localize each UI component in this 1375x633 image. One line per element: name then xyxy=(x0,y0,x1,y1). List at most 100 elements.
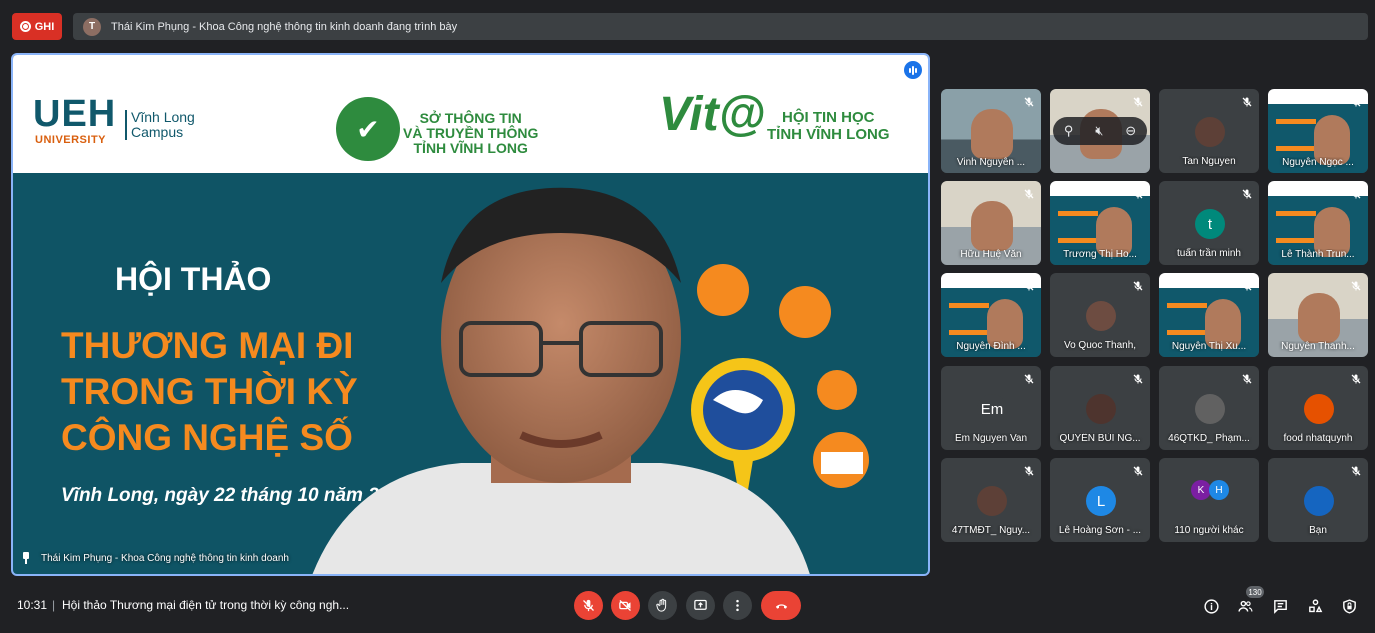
meeting-details-button[interactable] xyxy=(1201,596,1221,616)
slide-header: UEH UNIVERSITY Vĩnh Long Campus ✔ SỞ THÔ… xyxy=(13,55,928,173)
leave-call-button[interactable] xyxy=(761,591,801,620)
participant-avatar xyxy=(1086,394,1116,424)
participant-name: QUYÊN BÙI NG... xyxy=(1059,433,1141,444)
camera-off-icon xyxy=(619,600,631,611)
remove-icon[interactable]: ⊖ xyxy=(1125,123,1136,139)
participant-name: Tan Nguyen xyxy=(1182,156,1236,167)
main-stage[interactable]: UEH UNIVERSITY Vĩnh Long Campus ✔ SỞ THÔ… xyxy=(11,53,930,576)
mic-off-icon xyxy=(583,599,594,612)
participant-name: Lê Thành Trun... xyxy=(1281,249,1355,260)
participant-tile[interactable]: QUYÊN BÙI NG... xyxy=(1050,366,1150,450)
participant-name: 47TMĐT_ Nguy... xyxy=(951,525,1031,536)
bottom-bar: 10:31 | Hội thảo Thương mại điện tử tron… xyxy=(0,580,1375,633)
chat-button[interactable] xyxy=(1270,596,1290,616)
camera-toggle-button[interactable] xyxy=(611,591,640,620)
participant-name: 46QTKD_ Phạm... xyxy=(1168,433,1250,444)
host-controls-button[interactable] xyxy=(1339,596,1359,616)
participant-tile[interactable]: Nguyễn Ngọc ... xyxy=(1268,89,1368,173)
participant-face xyxy=(1298,293,1340,343)
participant-tile[interactable]: Vo Quoc Thanh, xyxy=(1050,273,1150,357)
participant-face xyxy=(971,201,1013,251)
participant-avatar xyxy=(1195,117,1225,147)
recording-indicator[interactable]: GHI xyxy=(12,13,62,40)
vit-logo: Vit@ xyxy=(659,88,766,141)
pin-icon[interactable]: ⚲ xyxy=(1064,123,1074,139)
participant-name: Nguyễn Đình ... xyxy=(956,341,1026,352)
participant-tile[interactable]: L Lê Hoàng Sơn - ... xyxy=(1050,458,1150,542)
department-name: SỞ THÔNG TIN VÀ TRUYỀN THÔNG TỈNH VĨNH L… xyxy=(403,111,538,156)
participant-avatar: K xyxy=(1191,480,1211,500)
participant-name: Vo Quoc Thanh, xyxy=(1063,340,1137,351)
participant-tile[interactable]: Nguyễn Thanh... xyxy=(1268,273,1368,357)
microphone-toggle-button[interactable] xyxy=(574,591,603,620)
participant-tile[interactable]: Hữu Huệ Văn xyxy=(941,181,1041,265)
present-screen-button[interactable] xyxy=(686,591,715,620)
participant-tile[interactable]: 47TMĐT_ Nguy... xyxy=(941,458,1041,542)
participant-name: Bạn xyxy=(1309,525,1327,536)
participant-name: Em Nguyen Van xyxy=(954,433,1028,444)
main-stage-label: Thái Kim Phụng - Khoa Công nghệ thông ti… xyxy=(21,552,289,564)
participant-tile[interactable]: Lê Thành Trun... xyxy=(1268,181,1368,265)
participant-avatar xyxy=(1195,394,1225,424)
meeting-title: Hội thảo Thương mại điện tử trong thời k… xyxy=(62,598,350,612)
association-line: TỈNH VĨNH LONG xyxy=(767,126,890,143)
mic-off-icon xyxy=(1241,373,1253,385)
ueh-logo-sub: UNIVERSITY xyxy=(35,134,107,146)
mic-off-icon xyxy=(1023,96,1035,108)
participant-tile[interactable]: Tan Nguyen xyxy=(1159,89,1259,173)
association-name: HỘI TIN HỌC TỈNH VĨNH LONG xyxy=(767,109,890,143)
participant-tile[interactable]: Nguyễn Thị Xu... xyxy=(1159,273,1259,357)
department-line: SỞ THÔNG TIN xyxy=(419,110,522,126)
participant-face xyxy=(971,109,1013,159)
ueh-logo: UEH xyxy=(33,93,117,135)
people-button[interactable] xyxy=(1235,596,1255,616)
activities-button[interactable] xyxy=(1305,596,1325,616)
participant-avatar: L xyxy=(1086,486,1116,516)
participant-tile[interactable]: t tuấn trần minh xyxy=(1159,181,1259,265)
pin-icon[interactable] xyxy=(21,552,31,564)
shield-lock-icon xyxy=(1342,598,1356,614)
hang-up-icon xyxy=(775,604,787,609)
department-line: TỈNH VĨNH LONG xyxy=(413,140,528,156)
mic-off-icon xyxy=(1132,188,1144,200)
participant-name: Nguyễn Thị Xu... xyxy=(1171,341,1247,352)
mute-icon[interactable]: 🔇︎ xyxy=(1095,123,1103,139)
tile-hover-controls[interactable]: ⚲ 🔇︎ ⊖ xyxy=(1053,117,1147,145)
hand-icon xyxy=(656,598,667,612)
participant-tile[interactable]: Vinh Nguyễn ... xyxy=(941,89,1041,173)
people-icon xyxy=(1237,600,1252,612)
slide-subtitle: HỘI THẢO xyxy=(115,261,272,297)
participant-tile[interactable]: food nhatquynh xyxy=(1268,366,1368,450)
shapes-icon xyxy=(1308,598,1322,612)
mic-off-icon xyxy=(1241,280,1253,292)
participant-name: Vinh Nguyễn ... xyxy=(956,157,1026,168)
participant-tile[interactable]: Trương Thị Ho... xyxy=(1050,181,1150,265)
record-icon xyxy=(19,21,31,32)
participant-avatar xyxy=(1304,394,1334,424)
mic-off-icon xyxy=(1350,465,1362,477)
participant-name: 110 người khác xyxy=(1174,525,1244,536)
participant-tile[interactable]: Nguyễn Đình ... xyxy=(941,273,1041,357)
participant-avatar: H xyxy=(1209,480,1229,500)
speaking-indicator-icon xyxy=(904,61,922,79)
raise-hand-button[interactable] xyxy=(648,591,677,620)
participant-avatar: Em xyxy=(977,394,1007,424)
campus-label: Vĩnh Long Campus xyxy=(125,110,195,140)
participant-tile[interactable]: K H 110 người khác xyxy=(1159,458,1259,542)
campus-line: Vĩnh Long xyxy=(131,109,195,125)
participant-name: tuấn trần minh xyxy=(1177,248,1241,259)
presenting-text: Thái Kim Phụng - Khoa Công nghệ thông ti… xyxy=(111,20,458,33)
participant-tile[interactable]: Em Em Nguyen Van xyxy=(941,366,1041,450)
presenter-video xyxy=(312,187,810,574)
participant-name: Nguyễn Thanh... xyxy=(1281,341,1355,352)
more-options-button[interactable] xyxy=(723,591,752,620)
department-logo-icon: ✔ xyxy=(336,97,400,161)
mic-off-icon xyxy=(1350,373,1362,385)
participant-tile[interactable]: Bạn xyxy=(1268,458,1368,542)
mic-off-icon xyxy=(1132,96,1144,108)
mic-off-icon xyxy=(1132,465,1144,477)
chat-icon xyxy=(1273,599,1287,614)
more-vert-icon xyxy=(736,599,739,612)
department-line: VÀ TRUYỀN THÔNG xyxy=(403,125,539,141)
participant-tile[interactable]: 46QTKD_ Phạm... xyxy=(1159,366,1259,450)
